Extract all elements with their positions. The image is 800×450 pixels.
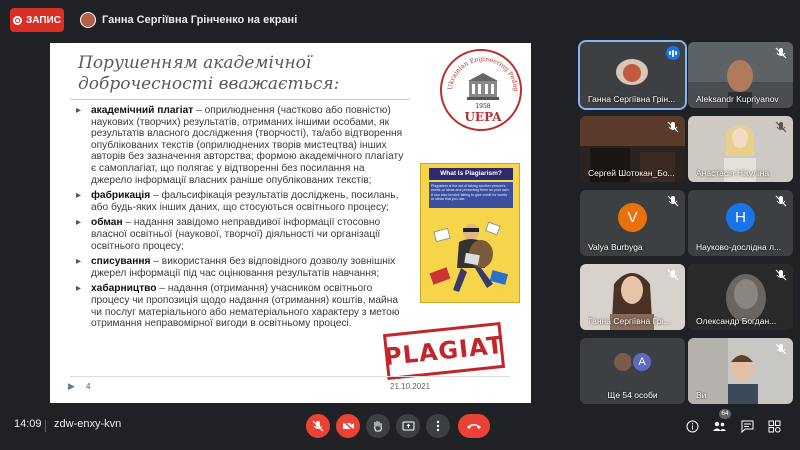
presenter-indicator: Ганна Сергіївна Грінченко на екрані <box>80 8 297 32</box>
divider <box>45 420 46 432</box>
avatar: А <box>631 351 653 373</box>
meeting-time: 14:09 <box>14 418 42 430</box>
participant-count-badge: 64 <box>719 409 731 419</box>
participant-tile[interactable]: Олександр Богдан... <box>688 264 793 330</box>
participant-name: Олександр Богдан... <box>696 316 777 326</box>
participant-name: Ганна Сергіївна Грін... <box>588 94 676 104</box>
academy-logo: Ukrainian Engineering Pedagogics Academy… <box>440 49 522 131</box>
hand-icon <box>374 420 382 432</box>
avatar: Н <box>726 203 755 232</box>
mic-off-icon <box>667 195 679 207</box>
slide-page-number: 4 <box>86 382 91 391</box>
slide-date: 21.10.2021 <box>390 382 431 391</box>
building-icon <box>467 73 499 100</box>
thief-illustration <box>429 221 509 292</box>
participant-tile[interactable]: V Valya Burbyga <box>580 190 685 256</box>
plagiarism-heading: What Is Plagiarism? <box>429 168 513 180</box>
self-tile[interactable]: Ви <box>688 338 793 404</box>
more-options-button[interactable] <box>426 414 450 438</box>
more-participants-label: Ще 54 особи <box>607 390 658 400</box>
participant-tile[interactable]: Н Науково-дослідна л... <box>688 190 793 256</box>
participant-name: Ганна Сергіївна Грі... <box>588 316 671 326</box>
slide-title: Порушенням академічної доброчесності вва… <box>78 53 340 94</box>
more-vert-icon <box>436 420 440 432</box>
meeting-code[interactable]: zdw-enxy-kvn <box>54 418 121 430</box>
logo-year: 1958 <box>475 103 491 110</box>
list-item: академічний плагіат – оприлюднення (част… <box>74 105 404 186</box>
mic-off-icon <box>775 269 787 281</box>
mic-off-icon <box>775 121 787 133</box>
phone-hangup-icon <box>467 424 481 429</box>
list-item: хабарництво – надання (отримання) учасни… <box>74 283 404 329</box>
slide-title-divider <box>70 99 410 100</box>
slide-footer-divider <box>70 376 510 377</box>
info-icon <box>686 420 698 432</box>
present-icon <box>402 421 414 430</box>
mic-off-icon <box>667 269 679 281</box>
participant-tile[interactable]: Ганна Сергіївна Грін... <box>578 40 687 110</box>
slide-nav-arrow-icon: ▶ <box>68 381 75 391</box>
participant-name: Науково-дослідна л... <box>696 242 782 252</box>
chat-icon <box>741 420 753 433</box>
record-icon <box>13 15 23 25</box>
chat-button[interactable] <box>737 416 757 436</box>
logo-abbreviation: UEPA <box>464 110 502 124</box>
activities-icon <box>768 420 781 433</box>
mic-off-icon <box>667 121 679 133</box>
participant-name: Анастасія Нікуліна <box>696 168 770 178</box>
bullet-list: академічний плагіат – оприлюднення (част… <box>74 105 404 334</box>
list-item: обман – надання завідомо неправдивої інф… <box>74 217 404 252</box>
mic-off-icon <box>775 195 787 207</box>
participant-name: Aleksandr Kupriyanov <box>696 94 779 104</box>
avatar: V <box>618 203 647 232</box>
participant-name: Сергей Шотокан_Бо... <box>588 168 675 178</box>
participant-tile[interactable]: Анастасія Нікуліна <box>688 116 793 182</box>
activities-button[interactable] <box>764 416 784 436</box>
speaking-indicator-icon <box>666 46 680 60</box>
shared-slide: Порушенням академічної доброчесності вва… <box>50 43 531 403</box>
presenter-avatar <box>80 12 96 28</box>
microphone-toggle-button[interactable] <box>306 414 330 438</box>
mic-off-icon <box>775 47 787 59</box>
participant-name: Ви <box>696 390 707 400</box>
mic-off-icon <box>312 420 324 432</box>
list-item: фабрикація – фальсифікація результатів д… <box>74 190 404 213</box>
leave-call-button[interactable] <box>458 414 490 438</box>
participants-button[interactable] <box>709 416 729 436</box>
participant-tile[interactable]: Aleksandr Kupriyanov <box>688 42 793 108</box>
participant-name: Valya Burbyga <box>588 242 643 252</box>
recording-label: ЗАПИС <box>26 14 61 26</box>
list-item: списування – використання без відповідно… <box>74 256 404 279</box>
present-screen-button[interactable] <box>396 414 420 438</box>
meeting-details-button[interactable] <box>682 416 702 436</box>
raise-hand-button[interactable] <box>366 414 390 438</box>
mic-off-icon <box>775 343 787 355</box>
recording-badge[interactable]: ЗАПИС <box>10 8 64 32</box>
presenter-text: Ганна Сергіївна Грінченко на екрані <box>102 14 298 26</box>
camera-off-icon <box>342 420 354 432</box>
plagiarism-illustration: What Is Plagiarism? Plagiarism is the ac… <box>420 163 520 303</box>
plagiarism-definition: Plagiarism is the act of taking another … <box>429 182 513 208</box>
participant-tile[interactable]: Сергей Шотокан_Бо... <box>580 116 685 182</box>
people-icon <box>712 421 726 431</box>
camera-toggle-button[interactable] <box>336 414 360 438</box>
participant-tile[interactable]: Ганна Сергіївна Грі... <box>580 264 685 330</box>
more-participants-tile[interactable]: А Ще 54 особи <box>580 338 685 404</box>
